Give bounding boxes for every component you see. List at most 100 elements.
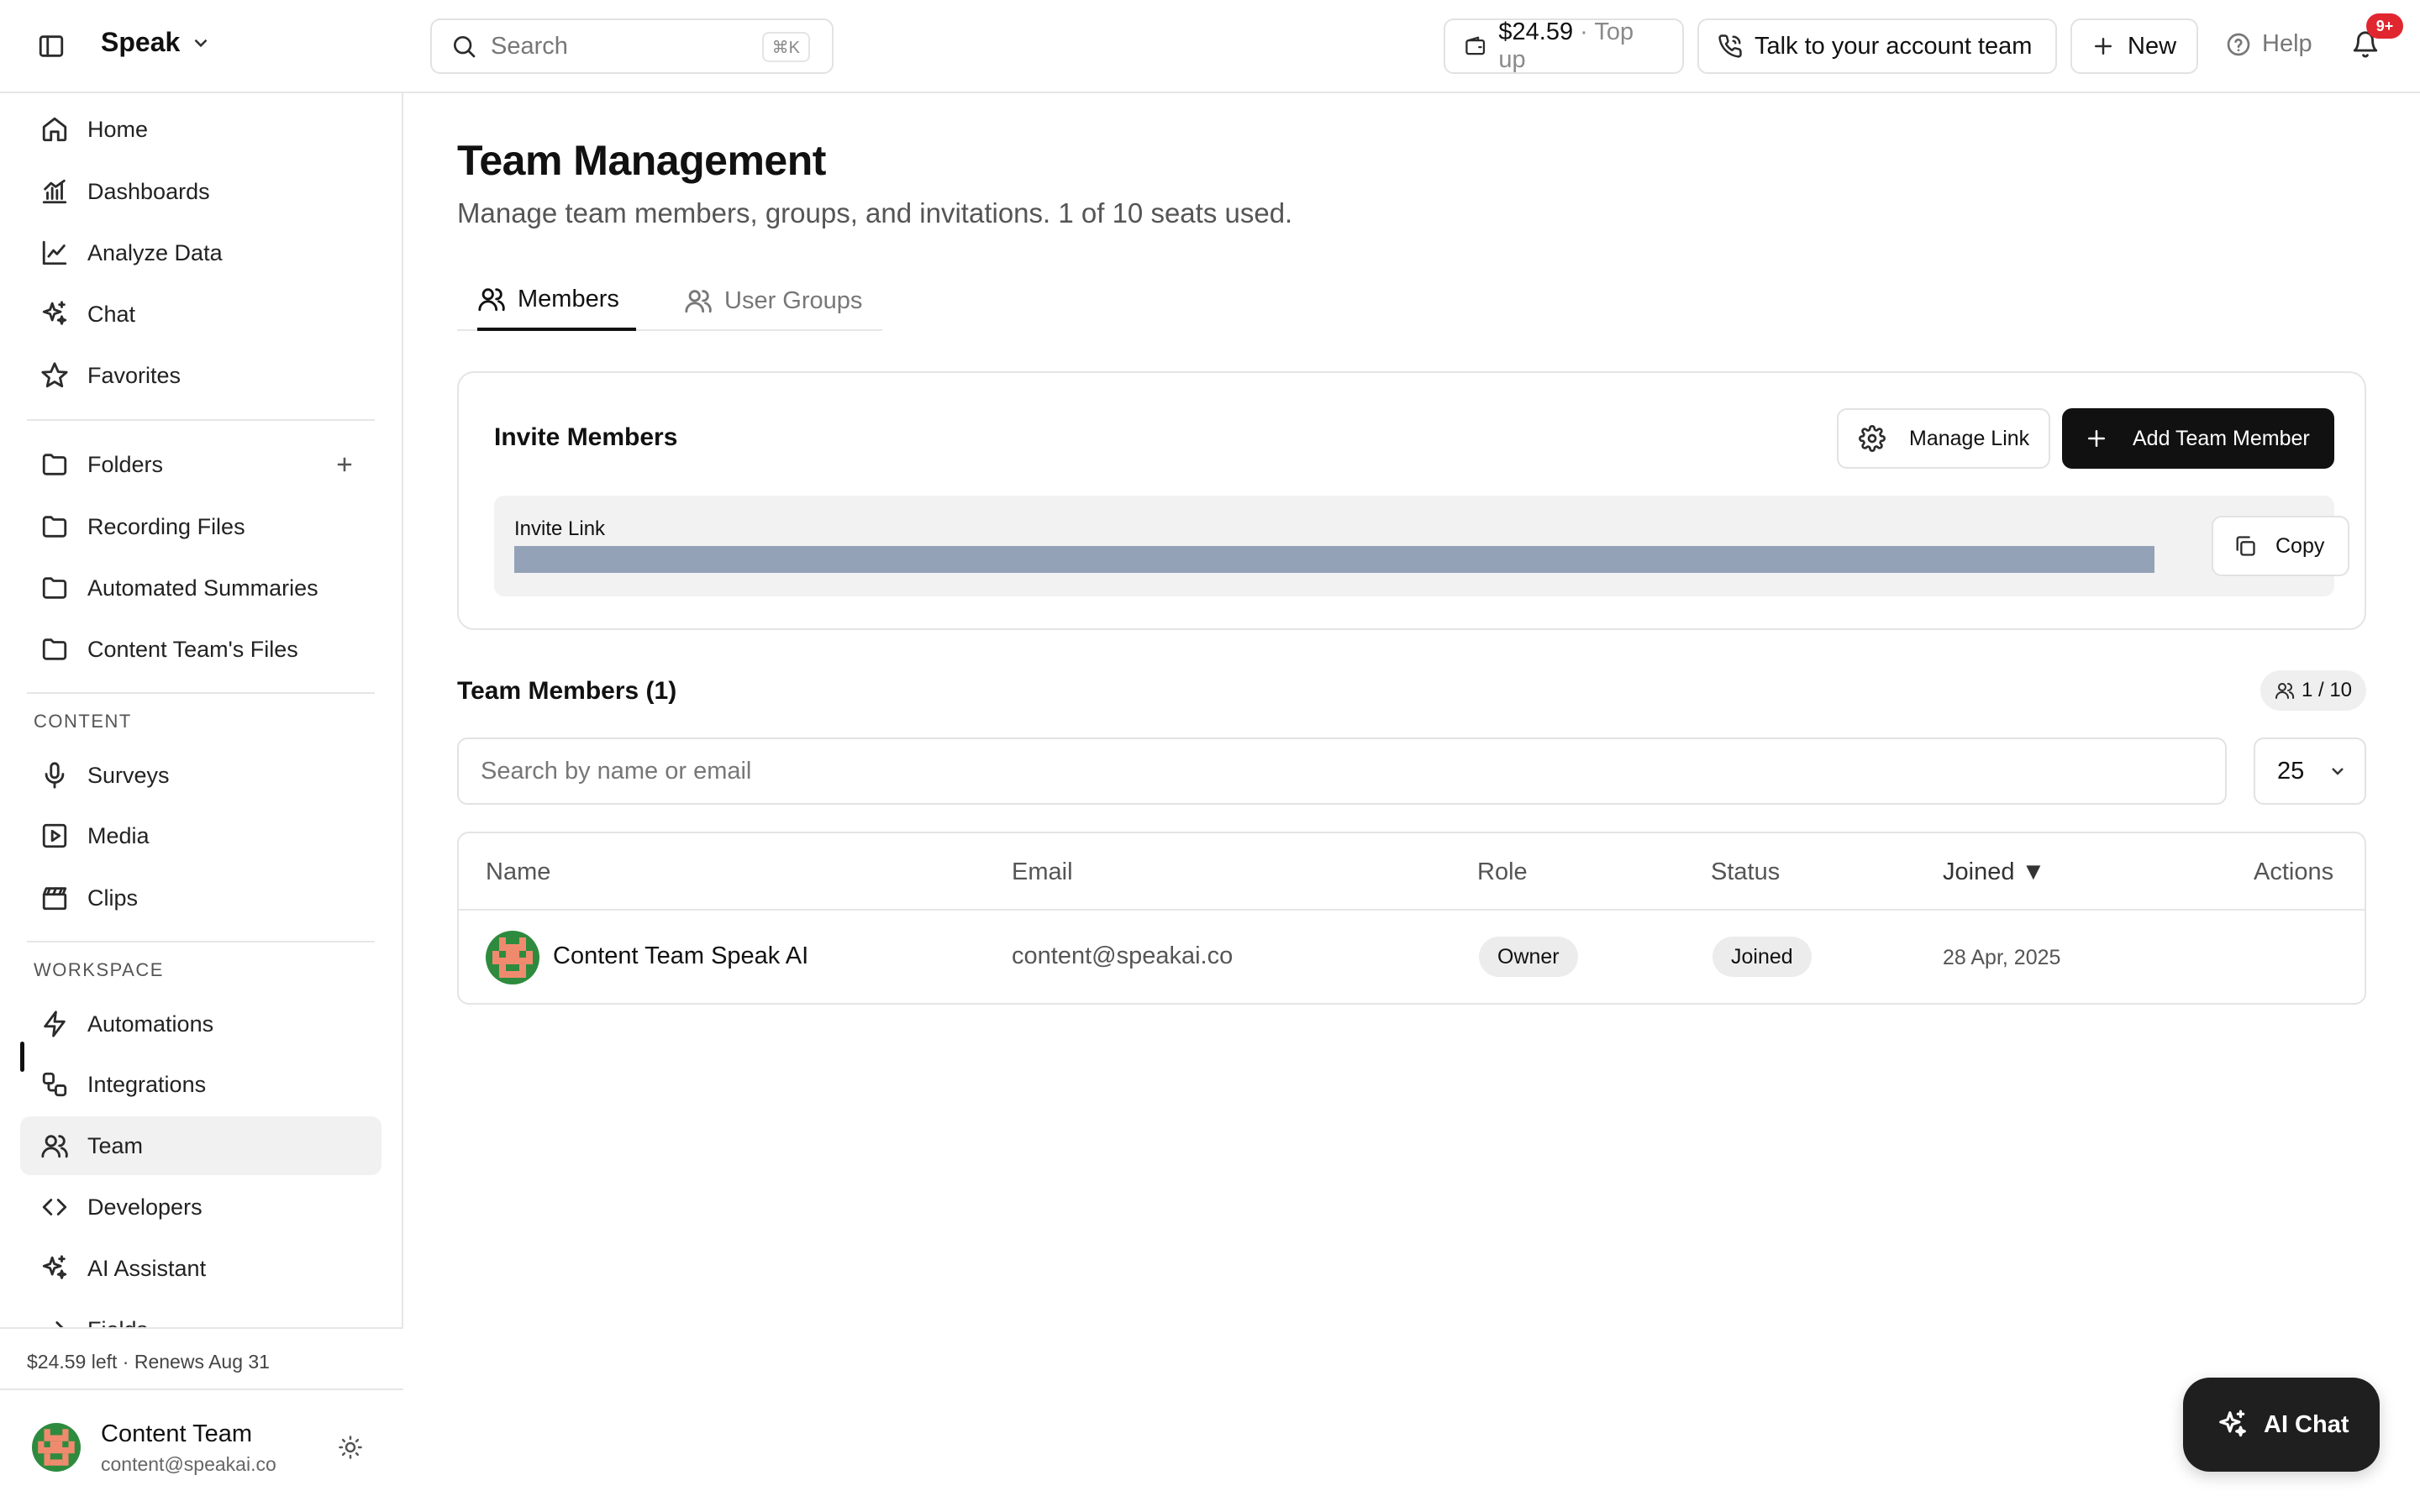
table-row: Content Team Speak AI content@speakai.co… [459,911,2365,1005]
talk-to-account-team-button[interactable]: Talk to your account team [1697,18,2057,74]
sidebar-item-label: Surveys [87,762,170,788]
sidebar-item-analyze-data[interactable]: Analyze Data [20,223,381,282]
manage-link-label: Manage Link [1909,426,2030,450]
folder-icon [42,454,67,475]
sidebar-item-team[interactable]: Team [20,1116,381,1175]
help-label: Help [2262,30,2312,57]
sidebar-item-label: Developers [87,1194,203,1220]
sun-icon[interactable] [338,1435,363,1460]
page-subtitle: Manage team members, groups, and invitat… [457,197,1293,228]
table-header: Name Email Role Status Joined ▼ Actions [459,833,2365,911]
chevron-down-icon [2332,768,2344,775]
workspace-switcher[interactable]: Speak [101,27,212,58]
wallet-icon [1465,36,1486,55]
invite-link-redacted[interactable] [514,546,2154,573]
sidebar-item-clips[interactable]: Clips [20,869,381,927]
sidebar-item-automated-summaries[interactable]: Automated Summaries [20,559,381,617]
member-search-input[interactable] [457,738,2227,805]
sidebar-item-surveys[interactable]: Surveys [20,746,381,805]
active-item-indicator [20,1042,24,1072]
section-label-workspace: WORKSPACE [34,959,164,980]
column-header-status[interactable]: Status [1711,858,1780,886]
role-badge: Owner [1479,937,1578,977]
column-header-joined[interactable]: Joined ▼ [1943,858,2045,886]
sidebar-item-folders[interactable]: Folders [20,435,381,494]
sidebar-item-dashboards[interactable]: Dashboards [20,162,381,221]
tab-bar: Members User Groups [457,270,882,331]
sidebar-item-recording-files[interactable]: Recording Files [20,497,381,556]
top-up-button[interactable]: $24.59 · Top up [1444,18,1684,74]
plus-icon [2095,38,2112,55]
sidebar-divider [27,419,375,421]
seats-count: 1 / 10 [2301,679,2353,701]
top-bar: Speak Search ⌘K $24.59 · Top up Talk to … [0,0,2420,93]
search-icon [454,36,476,58]
sidebar-item-ai-assistant[interactable]: AI Assistant [20,1239,381,1298]
sidebar-item-developers[interactable]: Developers [20,1178,381,1236]
add-folder-icon[interactable] [333,453,356,476]
brand-name: Speak [101,27,181,57]
member-joined-date: 28 Apr, 2025 [1943,946,2061,969]
tab-user-groups[interactable]: User Groups [684,270,862,331]
search-shortcut: ⌘K [761,32,810,62]
team-members-heading: Team Members (1) [457,677,677,705]
balance-amount: $24.59 [1498,18,1574,45]
clapperboard-icon [42,887,67,911]
search-placeholder: Search [491,32,568,60]
sidebar-item-label: AI Assistant [87,1255,207,1281]
column-header-name[interactable]: Name [486,858,550,886]
user-name: Content Team [101,1420,253,1447]
avatar[interactable] [32,1423,81,1472]
seats-used-badge: 1 / 10 [2260,670,2366,711]
sidebar-item-label: Home [87,116,149,142]
sidebar-item-label: Favorites [87,362,182,388]
sidebar-item-content-teams-files[interactable]: Content Team's Files [20,620,381,679]
sidebar-item-home[interactable]: Home [20,100,381,159]
ai-chat-label: AI Chat [2264,1410,2349,1438]
new-button[interactable]: New [2070,18,2198,74]
credits-status: $24.59 left · Renews Aug 31 [27,1351,270,1373]
manage-link-button[interactable]: Manage Link [1837,408,2050,469]
microphone-icon [45,762,65,789]
add-member-label: Add Team Member [2133,426,2310,450]
section-label-content: CONTENT [34,711,132,732]
sidebar-item-label: Automations [87,1011,214,1037]
column-header-email[interactable]: Email [1012,858,1073,886]
users-icon [2275,683,2295,699]
sparkles-icon [42,1255,67,1279]
page-title: Team Management [457,137,826,184]
help-button[interactable]: Help [2225,30,2312,58]
sparkles-icon [2219,1410,2246,1437]
sidebar-item-label: Automated Summaries [87,575,318,601]
sidebar-item-media[interactable]: Media [20,806,381,865]
tab-members[interactable]: Members [477,270,636,331]
gear-icon [1859,425,1886,452]
sidebar-toggle-icon[interactable] [37,32,66,60]
sidebar-item-label: Team [87,1132,144,1158]
sidebar-item-automations[interactable]: Automations [20,995,381,1053]
home-icon [42,117,67,142]
avatar [486,931,539,984]
user-email: content@speakai.co [101,1453,276,1475]
folder-icon [42,577,67,599]
sidebar-item-integrations[interactable]: Integrations [20,1055,381,1114]
sidebar-divider [27,941,375,942]
tab-label: Members [518,285,619,312]
sidebar-item-chat[interactable]: Chat [20,285,381,344]
code-icon [42,1199,67,1215]
sidebar-item-label: Integrations [87,1071,207,1097]
global-search[interactable]: Search ⌘K [430,18,834,74]
sidebar-item-label: Clips [87,885,139,911]
ai-chat-button[interactable]: AI Chat [2183,1378,2380,1472]
invite-members-card: Invite Members Manage Link Add Team Memb… [457,371,2366,630]
members-table: Name Email Role Status Joined ▼ Actions … [457,832,2366,1005]
sidebar-item-favorites[interactable]: Favorites [20,346,381,405]
page-size-select[interactable]: 25 [2254,738,2366,805]
add-team-member-button[interactable]: Add Team Member [2062,408,2334,469]
copy-label: Copy [2275,533,2325,558]
copy-link-button[interactable]: Copy [2212,516,2349,576]
line-chart-icon [42,240,67,265]
plus-icon [2088,430,2105,447]
column-header-role[interactable]: Role [1477,858,1528,886]
sidebar-divider [27,692,375,694]
